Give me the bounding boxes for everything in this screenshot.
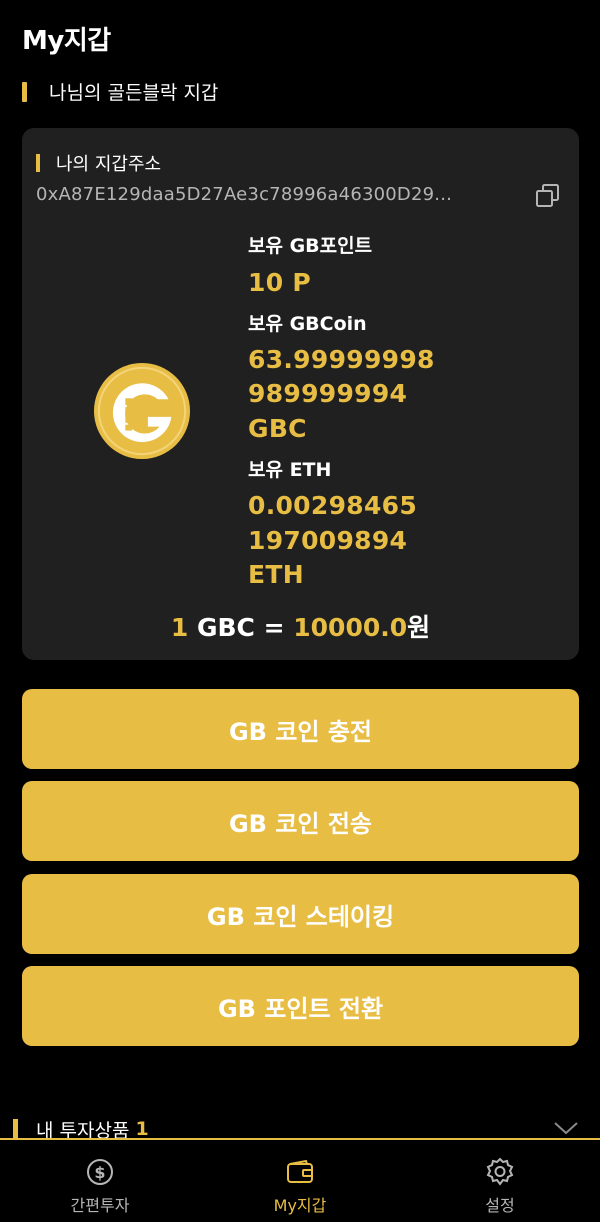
wallet-address: 0xA87E129daa5D27Ae3c78996a46300D29... (36, 184, 453, 205)
eth-label: 보유 ETH (248, 459, 332, 481)
wallet-section-header: 나님의 골든블락 지갑 (22, 78, 218, 105)
gear-icon (486, 1157, 514, 1186)
gbcoin-value-line1: 63.99999998 (248, 345, 435, 374)
nav-label-settings: 설정 (485, 1196, 515, 1215)
nav-label-my-wallet: My지갑 (273, 1196, 327, 1215)
gbcoin-logo-icon (93, 362, 191, 460)
gbcoin-value-line2: 989999994 (248, 379, 408, 408)
eth-value-line2: 197009894 (248, 526, 408, 555)
rate-unit: GBC = (196, 613, 285, 642)
gbcoin-unit: GBC (248, 414, 307, 443)
gb-coin-charge-button[interactable]: GB 코인 충전 (22, 689, 579, 769)
nav-item-settings[interactable]: 설정 (400, 1140, 600, 1222)
address-header: 나의 지갑주소 (36, 150, 161, 176)
wallet-section-title: 나님의 골든블락 지갑 (49, 82, 219, 104)
address-label: 나의 지갑주소 (56, 154, 162, 175)
gb-coin-send-button[interactable]: GB 코인 전송 (22, 781, 579, 861)
page-title: My지갑 (22, 26, 111, 56)
gb-coin-staking-button[interactable]: GB 코인 스테이킹 (22, 874, 579, 954)
gb-point-label: 보유 GB포인트 (248, 235, 373, 257)
wallet-icon (287, 1159, 313, 1183)
wallet-card: 나의 지갑주소 0xA87E129daa5D27Ae3c78996a46300D… (22, 128, 579, 660)
my-investments-count: 1 (135, 1118, 149, 1140)
svg-text:$: $ (94, 1163, 105, 1182)
dollar-circle-icon: $ (87, 1159, 113, 1185)
rate-value: 10000.0 (293, 613, 408, 642)
copy-icon[interactable] (534, 182, 562, 210)
nav-label-simple-invest: 간편투자 (70, 1196, 130, 1215)
bottom-nav: $ 간편투자 My지갑 설정 (0, 1138, 600, 1222)
nav-item-simple-invest[interactable]: $ 간편투자 (0, 1140, 200, 1222)
accent-bar (36, 154, 40, 172)
gbcoin-label: 보유 GBCoin (248, 313, 367, 335)
gb-point-convert-button[interactable]: GB 포인트 전환 (22, 966, 579, 1046)
eth-value-line1: 0.00298465 (248, 491, 418, 520)
accent-bar (13, 1119, 18, 1139)
accent-bar (22, 81, 27, 102)
eth-unit: ETH (248, 560, 304, 589)
rate-currency: 원 (407, 613, 431, 642)
gb-point-value: 10 P (248, 268, 312, 297)
exchange-rate: 1 GBC = 10000.0원 (22, 608, 579, 644)
nav-item-my-wallet[interactable]: My지갑 (200, 1140, 400, 1222)
rate-prefix: 1 (170, 613, 189, 642)
chevron-down-icon[interactable] (553, 1120, 579, 1136)
